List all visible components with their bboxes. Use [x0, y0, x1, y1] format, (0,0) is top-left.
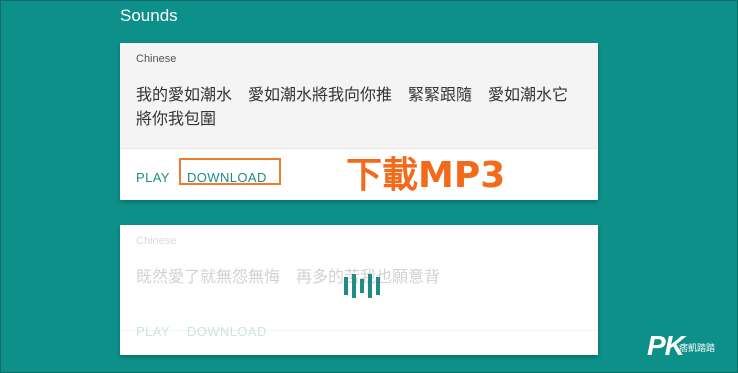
play-button[interactable]: PLAY — [136, 324, 170, 339]
download-button[interactable]: DOWNLOAD — [187, 324, 267, 339]
language-label: Chinese — [136, 235, 177, 247]
loading-icon — [344, 271, 380, 301]
language-label: Chinese — [136, 53, 177, 65]
play-button[interactable]: PLAY — [136, 170, 170, 185]
pk-watermark-logo: PK 痞凱踏踏 — [647, 330, 729, 364]
card-actions: PLAY DOWNLOAD — [136, 321, 279, 340]
watermark-subtitle: 痞凱踏踏 — [679, 343, 716, 353]
sound-card: Chinese 既然愛了就無怨無悔 再多的苦我也願意背 PLAY DOWNLOA… — [120, 225, 598, 355]
download-highlight-box — [179, 158, 281, 185]
sound-card-content: Chinese 我的愛如潮水 愛如潮水將我向你推 緊緊跟隨 愛如潮水它將你我包圍 — [120, 43, 598, 149]
download-mp3-annotation: 下載MP3 — [346, 155, 506, 196]
phrase-text: 我的愛如潮水 愛如潮水將我向你推 緊緊跟隨 愛如潮水它將你我包圍 — [136, 85, 569, 128]
sound-card-content: Chinese 既然愛了就無怨無悔 再多的苦我也願意背 — [120, 225, 598, 331]
section-title: Sounds — [120, 6, 178, 25]
